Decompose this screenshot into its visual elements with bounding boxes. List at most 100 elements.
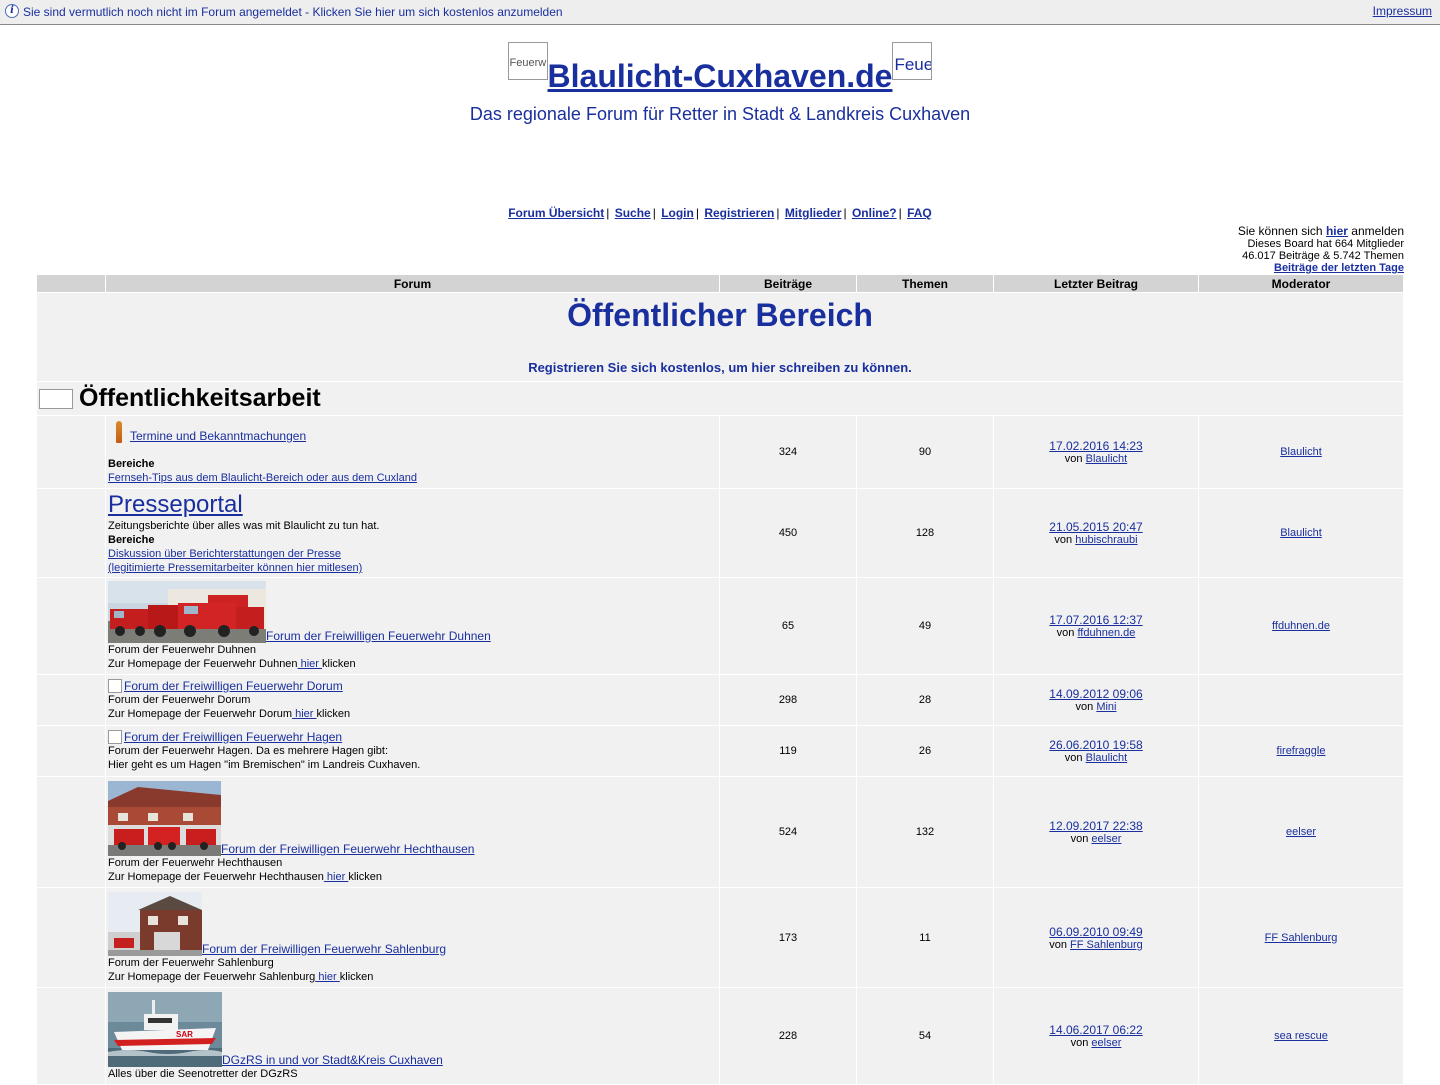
login-here-link[interactable]: hier bbox=[1326, 224, 1348, 238]
moderator-link[interactable]: Blaulicht bbox=[1280, 527, 1322, 539]
sar-label: SAR bbox=[176, 1030, 193, 1039]
broken-image-icon bbox=[108, 679, 122, 693]
nav-forum-overview[interactable]: Forum Übersicht bbox=[508, 206, 604, 220]
last-post-date-link[interactable]: 14.06.2017 06:22 bbox=[1049, 1023, 1142, 1037]
nav-online[interactable]: Online? bbox=[852, 206, 897, 220]
last-post-user-link[interactable]: eelser bbox=[1091, 833, 1121, 845]
nav-members[interactable]: Mitglieder bbox=[785, 206, 842, 220]
homepage-here-link[interactable]: hier bbox=[315, 971, 339, 983]
homepage-here-link[interactable]: hier bbox=[298, 658, 322, 670]
forum-link-dgzrs[interactable]: DGzRS in und vor Stadt&Kreis Cuxhaven bbox=[222, 1053, 443, 1067]
moderator-cell: Blaulicht bbox=[1199, 416, 1403, 488]
last-post-date-link[interactable]: 26.06.2010 19:58 bbox=[1049, 738, 1142, 752]
last-post-date-link[interactable]: 21.05.2015 20:47 bbox=[1049, 520, 1142, 534]
category-row: Öffentlicher Bereich Registrieren Sie si… bbox=[37, 293, 1403, 381]
moderator-cell: FF Sahlenburg bbox=[1199, 888, 1403, 987]
forum-link-duhnen[interactable]: Forum der Freiwilligen Feuerwehr Duhnen bbox=[266, 629, 491, 643]
login-notice-bar: i Sie sind vermutlich noch nicht im Foru… bbox=[0, 0, 1440, 25]
nav-register[interactable]: Registrieren bbox=[704, 206, 774, 220]
nav-faq[interactable]: FAQ bbox=[907, 206, 932, 220]
forum-link-hagen[interactable]: Forum der Freiwilligen Feuerwehr Hagen bbox=[124, 730, 342, 744]
forum-icon-cell bbox=[37, 578, 105, 674]
last-post-user-link[interactable]: eelser bbox=[1091, 1037, 1121, 1049]
section-image-icon bbox=[39, 388, 73, 409]
moderator-link[interactable]: eelser bbox=[1286, 826, 1316, 838]
forum-desc: Forum der Feuerwehr Dorum bbox=[108, 694, 251, 706]
topic-count: 90 bbox=[857, 416, 993, 488]
forum-link-presseportal[interactable]: Presseportal bbox=[108, 491, 243, 518]
topic-count: 28 bbox=[857, 675, 993, 725]
main-nav: Forum Übersicht | Suche | Login | Registrie… bbox=[508, 206, 932, 220]
post-count: 173 bbox=[720, 888, 856, 987]
moderator-cell bbox=[1199, 675, 1403, 725]
forum-cell: Termine und Bekanntmachungen Bereiche Fe… bbox=[106, 416, 719, 488]
forum-link-hechthausen[interactable]: Forum der Freiwilligen Feuerwehr Hechtha… bbox=[221, 842, 474, 856]
last-post: 12.09.2017 22:38 von eelser bbox=[994, 777, 1198, 887]
header-topics: Themen bbox=[857, 275, 993, 292]
table-row: Forum der Freiwilligen Feuerwehr Hechtha… bbox=[37, 777, 1403, 887]
forum-desc-2: Hier geht es um Hagen "im Bremischen" im… bbox=[108, 759, 421, 771]
forum-icon-cell bbox=[37, 675, 105, 725]
site-title-link[interactable]: Blaulicht-Cuxhaven.de bbox=[548, 60, 893, 92]
forum-icon-cell bbox=[37, 416, 105, 488]
forum-table: Forum Beiträge Themen Letzter Beitrag Mo… bbox=[36, 274, 1404, 1085]
forum-cell: Forum der Freiwilligen Feuerwehr Hagen F… bbox=[106, 726, 719, 776]
moderator-link[interactable]: firefraggle bbox=[1277, 745, 1326, 757]
rescue-boat-image[interactable]: SAR bbox=[108, 991, 222, 1067]
topic-count: 132 bbox=[857, 777, 993, 887]
login-hint: Sie können sich hier anmelden bbox=[1237, 224, 1404, 238]
last-post: 26.06.2010 19:58 von Blaulicht bbox=[994, 726, 1198, 776]
homepage-here-link[interactable]: hier bbox=[324, 871, 348, 883]
moderator-cell: sea rescue bbox=[1199, 988, 1403, 1084]
post-count: 524 bbox=[720, 777, 856, 887]
last-post-user-link[interactable]: FF Sahlenburg bbox=[1070, 939, 1143, 951]
areas-label: Bereiche bbox=[108, 458, 155, 470]
last-post-user-link[interactable]: Mini bbox=[1096, 701, 1116, 713]
forum-link-termine[interactable]: Termine und Bekanntmachungen bbox=[130, 429, 306, 443]
post-count: 228 bbox=[720, 988, 856, 1084]
impressum-link[interactable]: Impressum bbox=[1373, 4, 1432, 18]
moderator-link[interactable]: ffduhnen.de bbox=[1272, 620, 1330, 632]
nav-search[interactable]: Suche bbox=[615, 206, 651, 220]
last-post: 17.02.2016 14:23 von Blaulicht bbox=[994, 416, 1198, 488]
subforum-link-fernseh[interactable]: Fernseh-Tips aus dem Blaulicht-Bereich o… bbox=[108, 472, 417, 484]
last-post: 14.09.2012 09:06 von Mini bbox=[994, 675, 1198, 725]
forum-link-sahlenburg[interactable]: Forum der Freiwilligen Feuerwehr Sahlenb… bbox=[202, 942, 446, 956]
section-title: Öffentlichkeitsarbeit bbox=[79, 384, 321, 412]
moderator-link[interactable]: sea rescue bbox=[1274, 1030, 1328, 1042]
forum-cell: Forum der Freiwilligen Feuerwehr Sahlenb… bbox=[106, 888, 719, 987]
fire-station-sahlenburg-image[interactable] bbox=[108, 891, 202, 956]
recent-posts-link[interactable]: Beiträge der letzten Tage bbox=[1274, 262, 1404, 274]
moderator-link[interactable]: Blaulicht bbox=[1280, 446, 1322, 458]
last-post-date-link[interactable]: 12.09.2017 22:38 bbox=[1049, 819, 1142, 833]
moderator-cell: eelser bbox=[1199, 777, 1403, 887]
subforum-link-diskussion[interactable]: Diskussion über Berichterstattungen der … bbox=[108, 548, 362, 574]
homepage-here-link[interactable]: hier bbox=[292, 708, 316, 720]
forum-icon-cell bbox=[37, 888, 105, 987]
last-post-date-link[interactable]: 17.07.2016 12:37 bbox=[1049, 613, 1142, 627]
last-post-user-link[interactable]: hubischraubi bbox=[1075, 534, 1137, 546]
areas-label: Bereiche bbox=[108, 534, 155, 546]
forum-icon-cell bbox=[37, 726, 105, 776]
forum-cell: SAR DGzRS in und vor Stadt&Kreis Cuxhave… bbox=[106, 988, 719, 1084]
post-count: 450 bbox=[720, 489, 856, 577]
topic-count: 49 bbox=[857, 578, 993, 674]
moderator-link[interactable]: FF Sahlenburg bbox=[1265, 932, 1338, 944]
info-icon: i bbox=[5, 4, 19, 18]
fire-station-hechthausen-image[interactable] bbox=[108, 780, 221, 856]
header-forum: Forum bbox=[106, 275, 719, 292]
table-header-row: Forum Beiträge Themen Letzter Beitrag Mo… bbox=[37, 275, 1403, 292]
member-count: Dieses Board hat 664 Mitglieder bbox=[1247, 238, 1404, 250]
last-post-date-link[interactable]: 17.02.2016 14:23 bbox=[1049, 439, 1142, 453]
login-notice-link[interactable]: Sie sind vermutlich noch nicht im Forum … bbox=[23, 5, 563, 19]
last-post-user-link[interactable]: Blaulicht bbox=[1086, 453, 1128, 465]
last-post-date-link[interactable]: 14.09.2012 09:06 bbox=[1049, 687, 1142, 701]
last-post-user-link[interactable]: Blaulicht bbox=[1086, 752, 1128, 764]
nav-login[interactable]: Login bbox=[661, 206, 694, 220]
last-post-user-link[interactable]: ffduhnen.de bbox=[1077, 627, 1135, 639]
forum-link-dorum[interactable]: Forum der Freiwilligen Feuerwehr Dorum bbox=[124, 679, 343, 693]
topic-count: 11 bbox=[857, 888, 993, 987]
last-post-date-link[interactable]: 06.09.2010 09:49 bbox=[1049, 925, 1142, 939]
fire-station-duhnen-image[interactable] bbox=[108, 581, 266, 643]
fire-logo-left-image: Feuerw bbox=[507, 42, 548, 80]
